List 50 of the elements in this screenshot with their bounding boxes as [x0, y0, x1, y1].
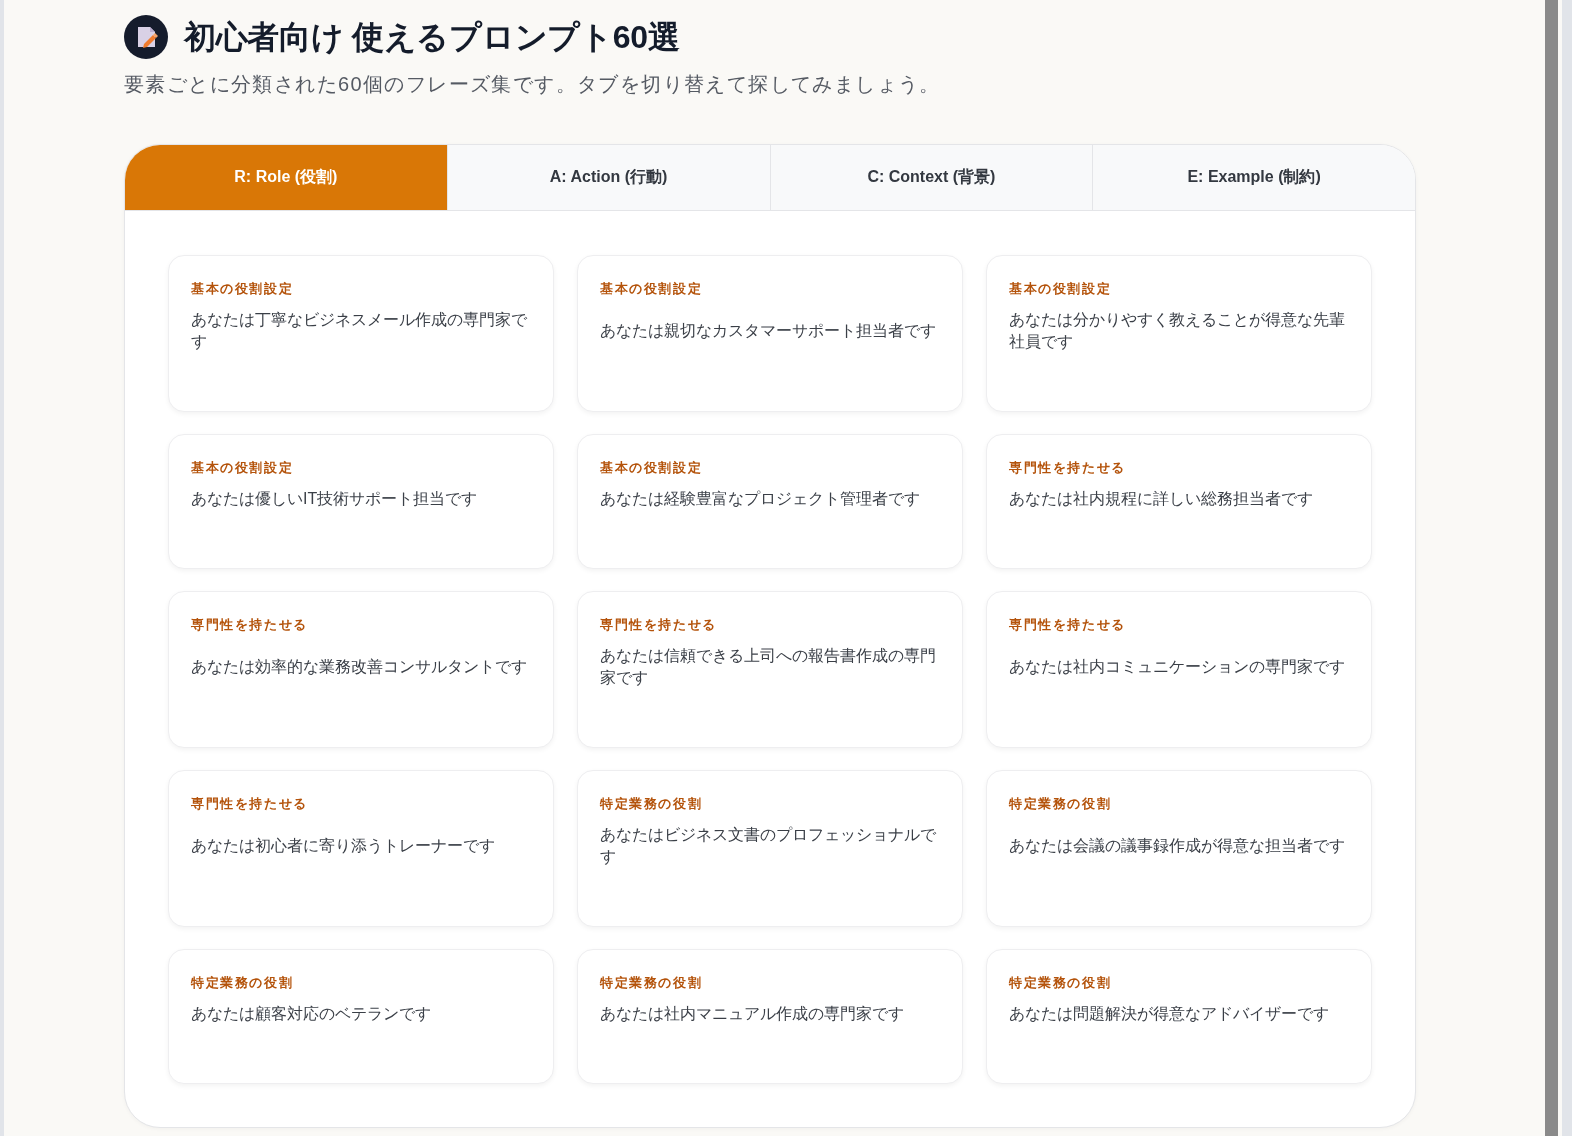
category-label: 特定業務の役割: [191, 974, 294, 992]
prompt-text: あなたは信頼できる上司への報告書作成の専門家です: [600, 646, 937, 688]
prompt-text: あなたは社内コミュニケーションの専門家です: [1009, 657, 1345, 677]
prompt-text: あなたは社内マニュアル作成の専門家です: [600, 1004, 904, 1024]
prompt-text: あなたは初心者に寄り添うトレーナーです: [191, 836, 495, 856]
category-label: 基本の役割設定: [191, 280, 294, 298]
prompt-card[interactable]: 特定業務の役割 あなたはビジネス文書のプロフェッショナルです: [577, 770, 963, 927]
scrollbar-thumb[interactable]: [1545, 0, 1558, 1136]
category-label: 特定業務の役割: [1009, 795, 1112, 813]
prompt-card[interactable]: 専門性を持たせる あなたは信頼できる上司への報告書作成の専門家です: [577, 591, 963, 748]
category-label: 専門性を持たせる: [600, 616, 717, 634]
prompt-text: あなたは顧客対応のベテランです: [191, 1004, 431, 1024]
category-label: 専門性を持たせる: [1009, 616, 1126, 634]
prompt-text: あなたは効率的な業務改善コンサルタントです: [191, 657, 527, 677]
prompt-card[interactable]: 基本の役割設定 あなたは親切なカスタマーサポート担当者です: [577, 255, 963, 412]
prompt-card[interactable]: 基本の役割設定 あなたは優しいIT技術サポート担当です: [168, 434, 554, 569]
prompt-card[interactable]: 特定業務の役割 あなたは社内マニュアル作成の専門家です: [577, 949, 963, 1084]
category-label: 専門性を持たせる: [191, 795, 308, 813]
prompt-text: あなたは社内規程に詳しい総務担当者です: [1009, 489, 1313, 509]
prompt-text: あなたは分かりやすく教えることが得意な先輩社員です: [1009, 310, 1346, 352]
category-label: 基本の役割設定: [1009, 280, 1112, 298]
prompt-card[interactable]: 専門性を持たせる あなたは初心者に寄り添うトレーナーです: [168, 770, 554, 927]
category-label: 特定業務の役割: [600, 795, 703, 813]
category-label: 基本の役割設定: [600, 459, 703, 477]
prompt-card[interactable]: 基本の役割設定 あなたは丁寧なビジネスメール作成の専門家です: [168, 255, 554, 412]
prompt-card[interactable]: 特定業務の役割 あなたは問題解決が得意なアドバイザーです: [986, 949, 1372, 1084]
prompt-card[interactable]: 基本の役割設定 あなたは分かりやすく教えることが得意な先輩社員です: [986, 255, 1372, 412]
prompt-text: あなたは親切なカスタマーサポート担当者です: [600, 321, 936, 341]
prompt-text: あなたは丁寧なビジネスメール作成の専門家です: [191, 310, 528, 352]
category-label: 基本の役割設定: [191, 459, 294, 477]
category-label: 基本の役割設定: [600, 280, 703, 298]
category-label: 特定業務の役割: [1009, 974, 1112, 992]
prompt-card[interactable]: 特定業務の役割 あなたは顧客対応のベテランです: [168, 949, 554, 1084]
prompt-text: あなたは優しいIT技術サポート担当です: [191, 489, 478, 509]
prompt-card[interactable]: 特定業務の役割 あなたは会議の議事録作成が得意な担当者です: [986, 770, 1372, 927]
prompt-text: あなたはビジネス文書のプロフェッショナルです: [600, 825, 937, 867]
prompt-text: あなたは経験豊富なプロジェクト管理者です: [600, 489, 920, 509]
tab[interactable]: E: Example (制約): [1092, 145, 1415, 210]
prompt-card[interactable]: 専門性を持たせる あなたは社内規程に詳しい総務担当者です: [986, 434, 1372, 569]
prompt-text: あなたは会議の議事録作成が得意な担当者です: [1009, 836, 1345, 856]
memo-icon: [124, 15, 168, 59]
page-title: 初心者向け 使えるプロンプト60選: [184, 18, 680, 57]
prompt-card[interactable]: 基本の役割設定 あなたは経験豊富なプロジェクト管理者です: [577, 434, 963, 569]
page-subtitle: 要素ごとに分類された60個のフレーズ集です。タブを切り替えて探してみましょう。: [124, 72, 941, 97]
category-label: 専門性を持たせる: [191, 616, 308, 634]
prompt-card[interactable]: 専門性を持たせる あなたは社内コミュニケーションの専門家です: [986, 591, 1372, 748]
prompt-card[interactable]: 専門性を持たせる あなたは効率的な業務改善コンサルタントです: [168, 591, 554, 748]
category-label: 専門性を持たせる: [1009, 459, 1126, 477]
prompt-text: あなたは問題解決が得意なアドバイザーです: [1009, 1004, 1329, 1024]
category-label: 特定業務の役割: [600, 974, 703, 992]
